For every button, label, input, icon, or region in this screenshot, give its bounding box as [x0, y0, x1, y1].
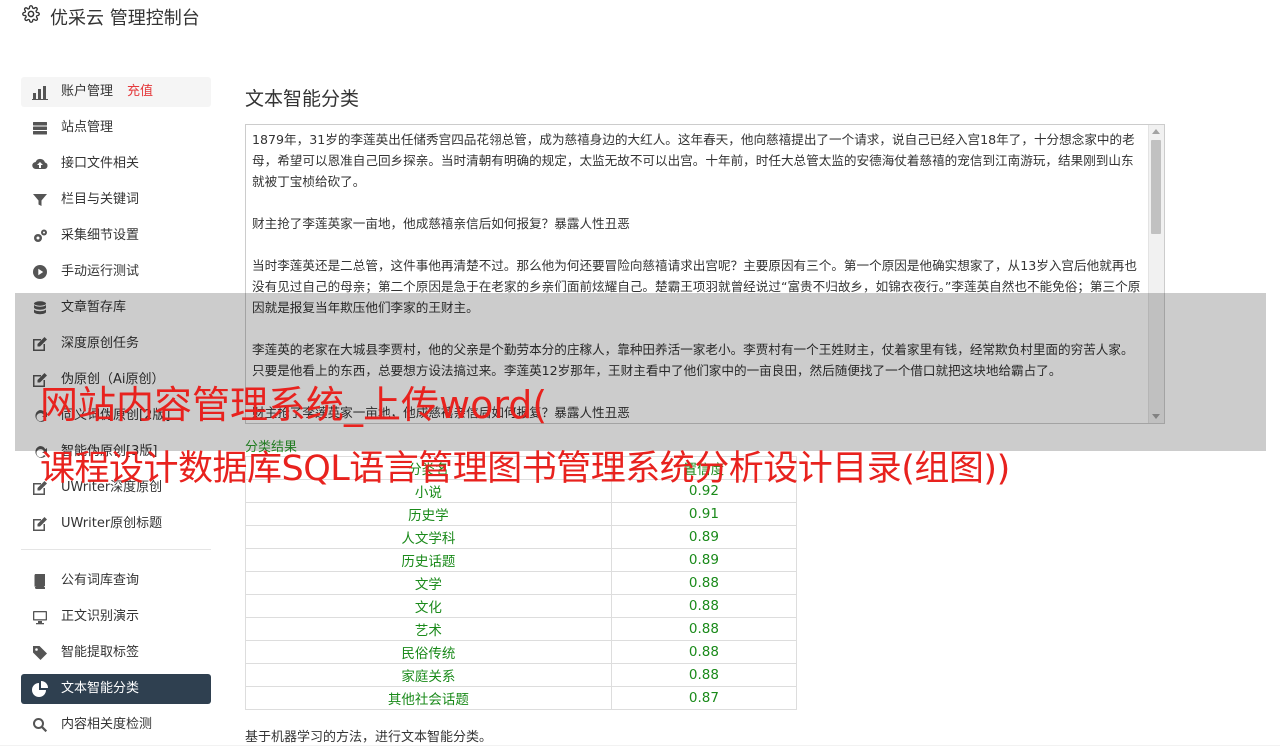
confidence-cell: 0.91 — [610, 502, 798, 526]
sidebar-item-label: 公有词库查询 — [61, 573, 140, 588]
category-cell: 历史话题 — [245, 548, 612, 572]
confidence-cell: 0.88 — [610, 617, 798, 641]
sidebar-item-label: 采集细节设置 — [61, 228, 140, 243]
cloud-upload-icon — [32, 158, 48, 170]
recharge-link[interactable]: 充值 — [127, 77, 153, 107]
table-row: 其他社会话题 0.87 — [245, 686, 798, 710]
tag-icon — [33, 646, 47, 660]
gears-icon — [34, 229, 47, 242]
confidence-cell: 0.87 — [610, 686, 798, 710]
table-row: 文学 0.88 — [245, 571, 798, 595]
result-table-body: 小说 0.92 历史学 0.91 人文学科 0.89 历史话题 0.89 文学 0.88 文化 0.8… — [245, 479, 798, 710]
scroll-thumb[interactable] — [1151, 140, 1161, 234]
category-cell: 历史学 — [245, 502, 612, 526]
table-row: 民俗传统 0.88 — [245, 640, 798, 664]
sidebar-item-label: 手动运行测试 — [61, 264, 140, 279]
search-icon — [33, 718, 48, 733]
table-row: 家庭关系 0.88 — [245, 663, 798, 687]
category-cell: 家庭关系 — [245, 663, 612, 687]
sidebar-item-group1-0[interactable]: 账户管理 充值 — [21, 77, 211, 107]
app-title: 优采云 管理控制台 — [50, 8, 200, 29]
sidebar-item-label: 账户管理 — [61, 84, 114, 99]
sidebar-item-label: 内容相关度检测 — [61, 717, 153, 732]
overlay-title-line-2: 课程设计数据库SQL语言管理图书管理系统分析设计目录(组图)) — [40, 449, 1010, 489]
book-icon — [34, 574, 45, 589]
confidence-cell: 0.89 — [610, 525, 798, 549]
server-icon — [33, 122, 47, 135]
category-cell: 文化 — [245, 594, 612, 618]
sidebar-item-label: 正文识别演示 — [61, 609, 140, 624]
table-row: 文化 0.88 — [245, 594, 798, 618]
pie-chart-icon — [32, 681, 48, 697]
table-row: 人文学科 0.89 — [245, 525, 798, 549]
table-row: 历史学 0.91 — [245, 502, 798, 526]
sidebar-item-group1-3[interactable]: 栏目与关键词 — [21, 185, 211, 215]
category-cell: 艺术 — [245, 617, 612, 641]
sidebar-item-group2-4[interactable]: 内容相关度检测 — [21, 710, 211, 740]
sidebar-item-label: 智能提取标签 — [61, 645, 140, 660]
confidence-cell: 0.88 — [610, 571, 798, 595]
desktop-icon — [33, 611, 47, 625]
sidebar-item-label: 站点管理 — [61, 120, 114, 135]
sidebar-item-group1-12[interactable]: UWriter原创标题 — [21, 509, 211, 539]
sidebar-divider — [21, 549, 211, 550]
play-circle-icon — [33, 265, 47, 279]
category-cell: 人文学科 — [245, 525, 612, 549]
page-title: 文本智能分类 — [245, 88, 360, 110]
overlay-title-line-1: 网站内容管理系统_上传word( — [40, 383, 548, 427]
sidebar-item-group2-1[interactable]: 正文识别演示 — [21, 602, 211, 632]
sidebar-item-label: 栏目与关键词 — [61, 192, 140, 207]
table-row: 艺术 0.88 — [245, 617, 798, 641]
confidence-cell: 0.88 — [610, 640, 798, 664]
confidence-cell: 0.88 — [610, 594, 798, 618]
edit-icon — [33, 517, 47, 531]
method-note: 基于机器学习的方法，进行文本智能分类。 — [245, 730, 493, 745]
table-row: 历史话题 0.89 — [245, 548, 798, 572]
confidence-cell: 0.89 — [610, 548, 798, 572]
sidebar-item-group2-0[interactable]: 公有词库查询 — [21, 566, 211, 596]
sidebar-item-group1-1[interactable]: 站点管理 — [21, 113, 211, 143]
sidebar-item-label: UWriter原创标题 — [61, 516, 163, 531]
category-cell: 民俗传统 — [245, 640, 612, 664]
sidebar-item-group2-2[interactable]: 智能提取标签 — [21, 638, 211, 668]
bar-chart-icon — [32, 86, 48, 100]
sidebar-item-group1-4[interactable]: 采集细节设置 — [21, 221, 211, 251]
sidebar-item-label: 接口文件相关 — [61, 156, 140, 171]
sidebar-item-group2-3[interactable]: 文本智能分类 — [21, 674, 211, 704]
filter-icon — [33, 194, 47, 206]
top-bar: 优采云 管理控制台 — [0, 0, 1280, 53]
sidebar-group-2: 公有词库查询 正文识别演示 智能提取标签 文本智能分类 内容相关度检测 — [21, 566, 211, 740]
scroll-up-icon[interactable] — [1152, 129, 1160, 134]
category-cell: 文学 — [245, 571, 612, 595]
sidebar-item-group1-2[interactable]: 接口文件相关 — [21, 149, 211, 179]
sidebar-item-label: 文本智能分类 — [61, 681, 140, 696]
result-table: 分类名 置信度 小说 0.92 历史学 0.91 人文学科 0.89 历史话题 0.89 文学 0… — [245, 456, 798, 710]
confidence-cell: 0.88 — [610, 663, 798, 687]
sidebar-item-group1-5[interactable]: 手动运行测试 — [21, 257, 211, 287]
category-cell: 其他社会话题 — [245, 686, 612, 710]
gear-icon[interactable] — [22, 5, 40, 23]
